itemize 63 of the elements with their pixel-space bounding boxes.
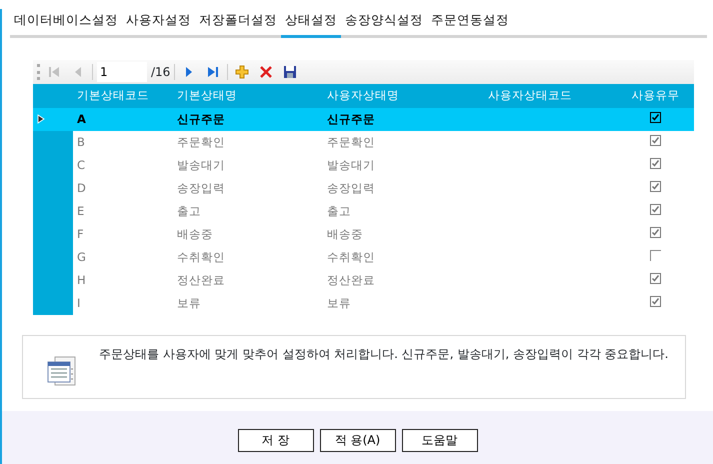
current-row-icon bbox=[37, 114, 45, 124]
tab[interactable]: 상태설정 bbox=[281, 9, 341, 38]
grid-row[interactable]: C 발송대기 발송대기 bbox=[33, 154, 694, 177]
grid-row[interactable]: A 신규주문 신규주문 bbox=[33, 108, 694, 131]
grid-row[interactable]: F 배송중 배송중 bbox=[33, 222, 694, 246]
table-cell: 정산완료 bbox=[327, 272, 375, 287]
tab[interactable]: 주문연동설정 bbox=[427, 9, 513, 38]
grid-row[interactable]: D 송장입력 송장입력 bbox=[33, 176, 694, 200]
table-cell: 신규주문 bbox=[177, 112, 225, 126]
checkbox[interactable] bbox=[650, 296, 661, 307]
tab[interactable]: 저장폴더설정 bbox=[195, 9, 281, 38]
table-cell: 수취확인 bbox=[177, 250, 225, 264]
table-cell: 송장입력 bbox=[177, 180, 225, 195]
table-cell: 수취확인 bbox=[327, 250, 375, 264]
column-header[interactable]: 사용유무 bbox=[613, 84, 694, 108]
table-cell: G bbox=[77, 250, 86, 264]
dialog-button[interactable]: 적 용(A) bbox=[320, 428, 396, 452]
column-header[interactable]: 사용자상태명 bbox=[323, 84, 478, 108]
column-header[interactable]: 사용자상태코드 bbox=[478, 84, 613, 108]
table-cell: I bbox=[77, 296, 80, 310]
grid-row[interactable]: B 주문확인 주문확인 bbox=[33, 130, 694, 154]
table-cell: E bbox=[77, 204, 84, 218]
table-cell: 배송중 bbox=[327, 226, 363, 241]
checkbox[interactable] bbox=[650, 134, 661, 146]
table-cell: 정산완료 bbox=[177, 272, 225, 287]
checkbox[interactable] bbox=[650, 250, 661, 261]
table-cell: H bbox=[77, 272, 86, 287]
tab[interactable]: 송장양식설정 bbox=[341, 9, 427, 38]
table-cell: 주문확인 bbox=[327, 134, 375, 149]
grid-row[interactable]: H 정산완료 정산완료 bbox=[33, 268, 694, 292]
table-cell: 주문확인 bbox=[177, 134, 225, 149]
checkbox[interactable] bbox=[650, 112, 661, 123]
table-cell: 보류 bbox=[177, 296, 201, 310]
table-cell: 신규주문 bbox=[327, 112, 375, 126]
table-cell: C bbox=[77, 158, 86, 172]
table-cell: 배송중 bbox=[177, 226, 213, 241]
grid-row[interactable]: G 수취확인 수취확인 bbox=[33, 246, 694, 269]
column-header[interactable]: 기본상태코드 bbox=[73, 84, 173, 108]
page-field[interactable]: 1 bbox=[97, 62, 147, 82]
table-cell: B bbox=[77, 134, 85, 149]
page-total: /16 bbox=[151, 64, 170, 81]
table-cell: D bbox=[77, 180, 86, 195]
info-text: 주문상태를 사용자에 맞게 맞추어 설정하여 처리합니다. 신규주문, 발송대기, 송장입력이 각각 중요합니다. bbox=[99, 346, 668, 363]
table-cell: 송장입력 bbox=[327, 180, 375, 195]
tab[interactable]: 데이터베이스설정 bbox=[10, 9, 122, 38]
table-cell: F bbox=[77, 226, 84, 241]
table-cell: 출고 bbox=[177, 204, 201, 218]
checkbox[interactable] bbox=[650, 226, 661, 238]
tab[interactable]: 사용자설정 bbox=[122, 9, 195, 38]
checkbox[interactable] bbox=[650, 204, 661, 215]
column-header[interactable]: 기본상태명 bbox=[173, 84, 323, 108]
checkbox[interactable] bbox=[650, 180, 661, 192]
table-cell: 발송대기 bbox=[177, 158, 225, 172]
table-cell: 보류 bbox=[327, 296, 351, 310]
dialog-button[interactable]: 도움말 bbox=[402, 428, 478, 452]
table-cell: 발송대기 bbox=[327, 158, 375, 172]
grid-row[interactable]: I 보류 보류 bbox=[33, 292, 694, 315]
dialog-button[interactable]: 저 장 bbox=[238, 428, 314, 452]
checkbox[interactable] bbox=[650, 158, 661, 169]
grid-row[interactable]: E 출고 출고 bbox=[33, 200, 694, 223]
table-cell: A bbox=[77, 112, 86, 126]
checkbox[interactable] bbox=[650, 272, 661, 284]
table-cell: 출고 bbox=[327, 204, 351, 218]
